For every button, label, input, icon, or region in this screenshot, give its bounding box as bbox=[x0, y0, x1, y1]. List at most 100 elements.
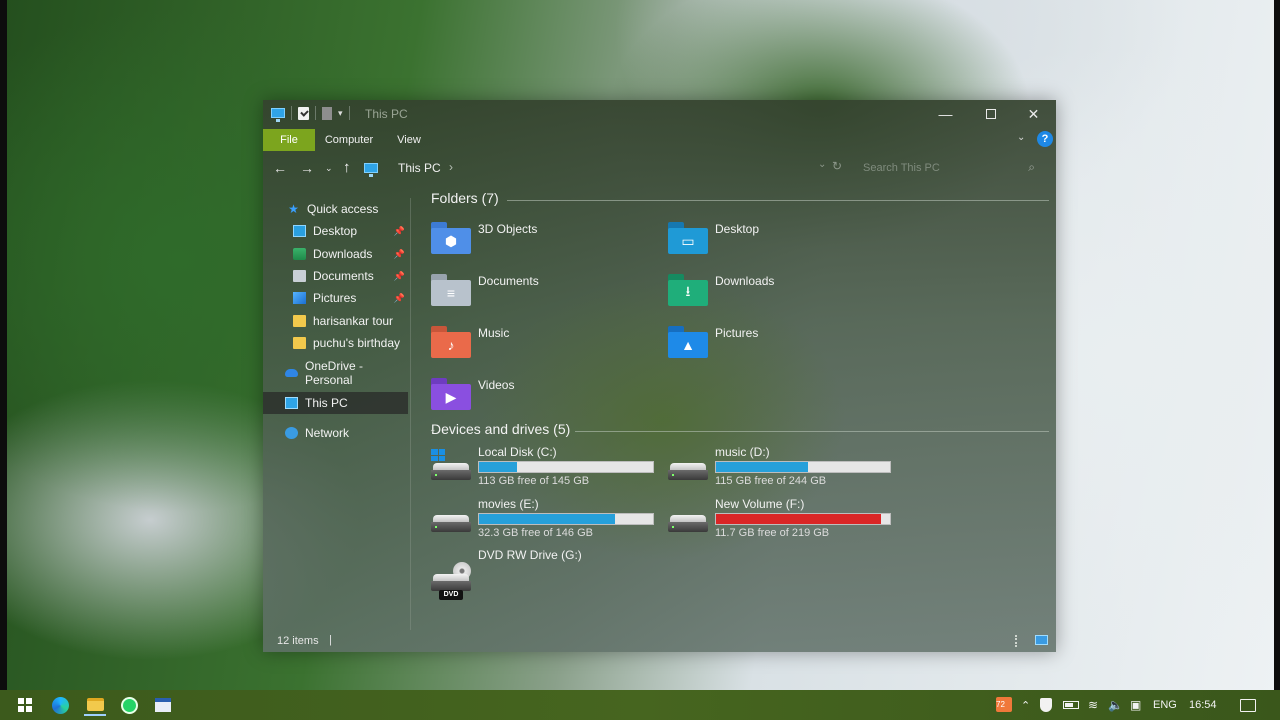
breadcrumb-chevron-icon[interactable]: › bbox=[449, 160, 453, 174]
nav-harisankar-tour[interactable]: harisankar tour bbox=[263, 310, 411, 332]
folder-label: Downloads bbox=[715, 274, 775, 288]
battery-tray[interactable] bbox=[1063, 690, 1079, 720]
security-tray[interactable] bbox=[1040, 690, 1052, 720]
drive-f[interactable]: New Volume (F:) 11.7 GB free of 219 GB bbox=[668, 497, 898, 543]
folder-label: Documents bbox=[478, 274, 539, 288]
notification-center-button[interactable] bbox=[1240, 690, 1256, 720]
file-explorer-window: ▾ This PC — ✕ File Computer View ⌄ ? ← →… bbox=[263, 100, 1056, 652]
desktop-icon bbox=[293, 225, 306, 237]
drive-g-dvd[interactable]: DVD DVD RW Drive (G:) bbox=[431, 548, 661, 602]
folder-pictures[interactable]: ▲ Pictures bbox=[668, 322, 898, 366]
nav-quick-access[interactable]: ★ Quick access bbox=[263, 198, 411, 220]
close-icon: ✕ bbox=[1027, 105, 1040, 122]
app-button[interactable] bbox=[152, 694, 174, 716]
taskbar: 72 ⌃ ≋ 🔈 ▣ ENG 16:54 bbox=[0, 690, 1280, 720]
drive-usage-bar bbox=[478, 461, 654, 473]
nav-label: Pictures bbox=[313, 291, 357, 305]
nav-puchus-birthday[interactable]: puchu's birthday bbox=[263, 332, 411, 354]
tab-computer[interactable]: Computer bbox=[319, 129, 379, 151]
tab-view[interactable]: View bbox=[389, 129, 429, 151]
start-icon bbox=[18, 698, 32, 712]
drive-usage-fill bbox=[716, 462, 809, 472]
nav-documents[interactable]: Documents 📌 bbox=[263, 265, 411, 287]
nav-desktop[interactable]: Desktop 📌 bbox=[263, 220, 411, 242]
hard-drive-icon bbox=[431, 505, 471, 533]
folder-label: 3D Objects bbox=[478, 222, 538, 236]
drive-c[interactable]: Local Disk (C:) 113 GB free of 145 GB bbox=[431, 445, 661, 491]
tray-app-badge[interactable]: 72 bbox=[996, 697, 1012, 712]
drive-name: Local Disk (C:) bbox=[478, 445, 557, 459]
folder-documents[interactable]: ≡ Documents bbox=[431, 270, 661, 314]
edge-button[interactable] bbox=[49, 694, 71, 716]
show-hidden-icons[interactable]: ⌃ bbox=[1021, 690, 1030, 720]
maximize-button[interactable] bbox=[968, 100, 1013, 128]
downloads-folder-icon: ⭳ bbox=[668, 274, 708, 306]
help-icon[interactable]: ? bbox=[1037, 131, 1053, 147]
onedrive-icon bbox=[285, 369, 298, 377]
wifi-icon[interactable]: ≋ bbox=[1088, 690, 1098, 720]
whatsapp-button[interactable] bbox=[118, 694, 140, 716]
app-icon bbox=[155, 698, 171, 712]
whatsapp-icon bbox=[120, 696, 138, 714]
drive-name: movies (E:) bbox=[478, 497, 539, 511]
nav-label: Downloads bbox=[313, 247, 373, 261]
minimize-button[interactable]: — bbox=[923, 100, 968, 128]
star-icon: ★ bbox=[288, 202, 299, 216]
notification-icon bbox=[1240, 698, 1256, 712]
language-indicator[interactable]: ENG bbox=[1153, 690, 1177, 720]
documents-icon bbox=[293, 270, 306, 282]
folder-videos[interactable]: ▶ Videos bbox=[431, 374, 661, 418]
refresh-icon[interactable]: ↻ bbox=[832, 159, 842, 173]
search-input[interactable] bbox=[853, 158, 1043, 178]
status-separator: | bbox=[329, 634, 332, 646]
nav-this-pc[interactable]: This PC bbox=[263, 392, 408, 414]
folders-group-header[interactable]: Folders (7) bbox=[431, 190, 499, 206]
volume-icon[interactable]: 🔈 bbox=[1108, 690, 1123, 720]
group-title: Devices and drives (5) bbox=[431, 421, 571, 437]
up-button[interactable]: ↑ bbox=[343, 158, 351, 178]
close-button[interactable]: ✕ bbox=[1011, 100, 1056, 128]
folder-3d-objects[interactable]: ⬢ 3D Objects bbox=[431, 218, 661, 262]
divider bbox=[575, 431, 1049, 432]
divider bbox=[348, 106, 350, 120]
breadcrumb[interactable]: This PC bbox=[398, 161, 441, 175]
nav-onedrive[interactable]: OneDrive - Personal bbox=[263, 359, 411, 387]
nav-downloads[interactable]: Downloads 📌 bbox=[263, 243, 411, 265]
search-icon[interactable]: ⌕ bbox=[1028, 160, 1035, 175]
clock[interactable]: 16:54 bbox=[1189, 690, 1217, 720]
new-folder-icon[interactable] bbox=[322, 106, 332, 120]
nav-pictures[interactable]: Pictures 📌 bbox=[263, 287, 411, 309]
file-explorer-button[interactable] bbox=[84, 694, 106, 716]
back-button[interactable]: ← bbox=[273, 158, 287, 178]
this-pc-icon bbox=[364, 163, 378, 177]
collapse-chevron-icon[interactable]: ⌄ bbox=[429, 424, 437, 435]
start-button[interactable] bbox=[14, 694, 36, 716]
edge-icon bbox=[51, 696, 69, 714]
drive-name: DVD RW Drive (G:) bbox=[478, 548, 582, 562]
folder-music[interactable]: ♪ Music bbox=[431, 322, 661, 366]
right-letterbox bbox=[1274, 0, 1280, 720]
drive-usage-fill bbox=[479, 514, 615, 524]
drive-d[interactable]: music (D:) 115 GB free of 244 GB bbox=[668, 445, 898, 491]
customize-toolbar-icon[interactable]: ▾ bbox=[338, 108, 343, 119]
nav-label: Documents bbox=[313, 269, 374, 283]
forward-button[interactable]: → bbox=[300, 158, 314, 178]
properties-icon[interactable] bbox=[298, 106, 309, 120]
expand-ribbon-icon[interactable]: ⌄ bbox=[1017, 132, 1025, 143]
pictures-folder-icon: ▲ bbox=[668, 326, 708, 358]
navigation-pane: ★ Quick access Desktop 📌 Downloads 📌 Doc… bbox=[263, 198, 411, 630]
pin-icon: 📌 bbox=[393, 225, 405, 236]
address-dropdown-icon[interactable]: ⌄ bbox=[818, 159, 826, 170]
folder-desktop[interactable]: ▭ Desktop bbox=[668, 218, 898, 262]
folder-downloads[interactable]: ⭳ Downloads bbox=[668, 270, 898, 314]
drives-group-header[interactable]: ⌄ Devices and drives (5) bbox=[429, 421, 571, 437]
details-view-icon[interactable] bbox=[1015, 635, 1027, 647]
status-bar: 12 items | bbox=[263, 630, 1056, 652]
minimize-icon: — bbox=[938, 106, 953, 122]
drive-e[interactable]: movies (E:) 32.3 GB free of 146 GB bbox=[431, 497, 661, 543]
meet-now-icon[interactable]: ▣ bbox=[1130, 690, 1141, 720]
recent-locations-icon[interactable]: ⌄ bbox=[325, 158, 333, 178]
tab-file[interactable]: File bbox=[263, 129, 315, 151]
tiles-view-icon[interactable] bbox=[1035, 635, 1048, 645]
nav-network[interactable]: Network bbox=[263, 422, 411, 444]
